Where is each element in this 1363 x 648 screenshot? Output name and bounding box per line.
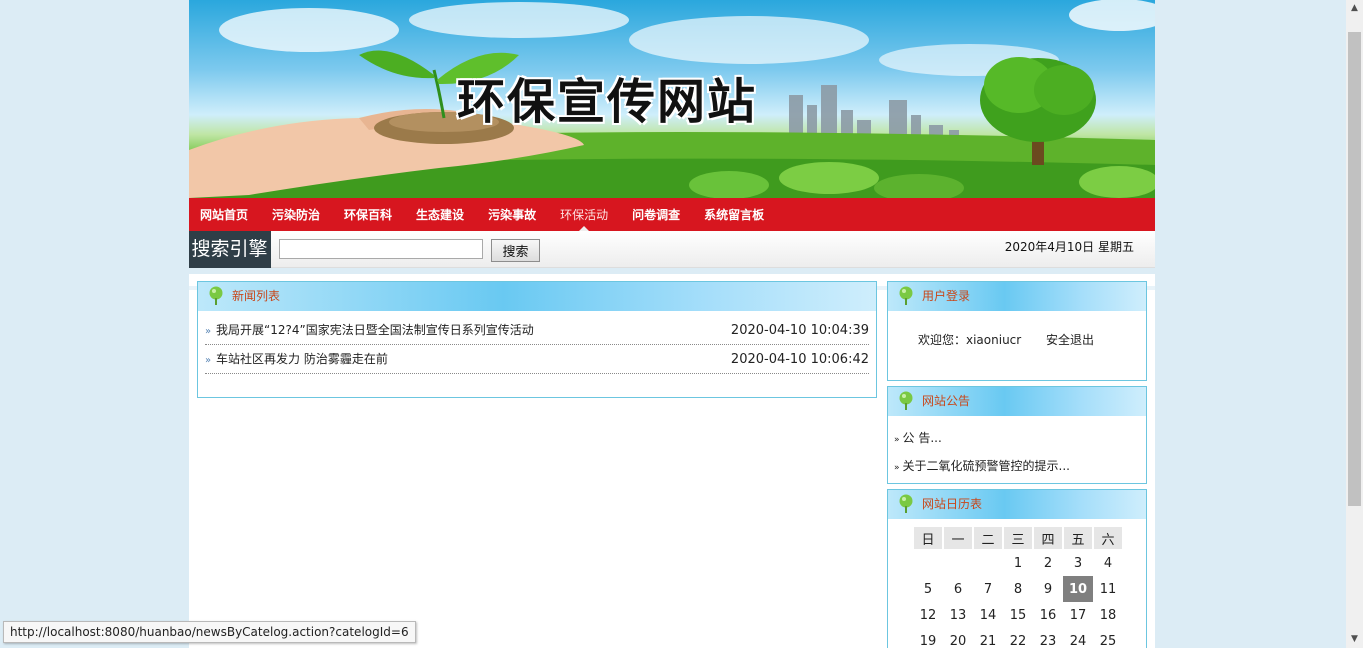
- logout-link[interactable]: 安全退出: [1046, 331, 1094, 348]
- search-bar: 搜索引擎 搜索 2020年4月10日 星期五: [189, 231, 1155, 268]
- calendar-day-today: 10: [1063, 576, 1093, 602]
- news-time: 2020-04-10 10:06:42: [730, 352, 869, 367]
- divider: [189, 268, 1155, 274]
- panel-header: 网站日历表: [888, 490, 1146, 519]
- calendar-day: 3: [1073, 555, 1083, 571]
- weekday-header: 六: [1093, 526, 1123, 550]
- calendar-day: 19: [919, 633, 937, 648]
- calendar-day: [943, 550, 973, 576]
- nav-item-survey[interactable]: 问卷调查: [632, 198, 680, 231]
- bulb-icon: [209, 286, 223, 305]
- site-banner: 环保宣传网站: [189, 0, 1155, 198]
- calendar-day: [973, 550, 1003, 576]
- calendar-day: 24: [1069, 633, 1087, 648]
- search-label: 搜索引擎: [189, 231, 271, 268]
- calendar-day: 20: [949, 633, 967, 648]
- status-bar-url: http://localhost:8080/huanbao/newsByCate…: [3, 621, 416, 643]
- scroll-down-arrow-icon[interactable]: ▼: [1346, 631, 1363, 648]
- notice-label: 公 告...: [902, 431, 942, 445]
- calendar-day: 13: [949, 607, 967, 623]
- weekday-header: 二: [973, 526, 1003, 550]
- calendar-day: 7: [983, 581, 993, 597]
- panel-header: 新闻列表: [198, 282, 876, 311]
- nav-item-pollution-accidents[interactable]: 污染事故: [488, 198, 536, 231]
- news-time: 2020-04-10 10:04:39: [730, 323, 869, 338]
- bullet-icon: »: [205, 355, 212, 366]
- bullet-icon: »: [894, 463, 900, 473]
- calendar-day: [913, 550, 943, 576]
- calendar-day: 14: [979, 607, 997, 623]
- welcome-text: 欢迎您：xiaoniucr: [918, 333, 1022, 347]
- nav-item-eco-encyclopedia[interactable]: 环保百科: [344, 198, 392, 231]
- calendar-day: 17: [1069, 607, 1087, 623]
- nav-item-message-board[interactable]: 系统留言板: [704, 198, 764, 231]
- bullet-icon: »: [894, 435, 900, 445]
- scroll-up-arrow-icon[interactable]: ▲: [1346, 0, 1363, 17]
- calendar-day: 16: [1039, 607, 1057, 623]
- list-item: » 车站社区再发力 防治雾霾走在前 2020-04-10 10:06:42: [205, 345, 869, 374]
- site-calendar-panel: 网站日历表 日 一 二 三 四 五 六 1 2 3 4 5 6 7 8 9 10…: [887, 489, 1147, 648]
- current-date: 2020年4月10日 星期五: [1004, 240, 1134, 254]
- calendar-day: 22: [1009, 633, 1027, 648]
- user-login-panel: 用户登录 欢迎您：xiaoniucr 安全退出: [887, 281, 1147, 381]
- panel-title: 网站公告: [922, 394, 971, 408]
- calendar-day: 12: [919, 607, 937, 623]
- calendar-day: 9: [1043, 581, 1053, 597]
- news-title-link[interactable]: 我局开展“12?4”国家宪法日暨全国法制宣传日系列宣传活动: [216, 316, 534, 345]
- panel-title: 用户登录: [922, 289, 971, 303]
- calendar-day: 21: [979, 633, 997, 648]
- nav-item-ecological-construction[interactable]: 生态建设: [416, 198, 464, 231]
- calendar-day: 6: [953, 581, 963, 597]
- calendar-day: 11: [1099, 581, 1117, 597]
- notice-item[interactable]: » 关于二氧化硫预警管控的提示...: [894, 457, 1070, 474]
- weekday-header: 四: [1033, 526, 1063, 550]
- page-container: 环保宣传网站 网站首页 污染防治 环保百科 生态建设 污染事故 环保活动 问卷调…: [189, 0, 1155, 648]
- notice-item[interactable]: » 公 告...: [894, 429, 942, 446]
- panel-header: 网站公告: [888, 387, 1146, 416]
- news-title-link[interactable]: 车站社区再发力 防治雾霾走在前: [216, 345, 388, 374]
- calendar-day: 18: [1099, 607, 1117, 623]
- list-item: » 我局开展“12?4”国家宪法日暨全国法制宣传日系列宣传活动 2020-04-…: [205, 316, 869, 345]
- bulb-icon: [899, 286, 913, 305]
- news-list-panel: 新闻列表 » 我局开展“12?4”国家宪法日暨全国法制宣传日系列宣传活动 202…: [197, 281, 877, 398]
- calendar-day: 1: [1013, 555, 1023, 571]
- nav-item-pollution-control[interactable]: 污染防治: [272, 198, 320, 231]
- weekday-header: 五: [1063, 526, 1093, 550]
- calendar-day: 25: [1099, 633, 1117, 648]
- bulb-icon: [899, 494, 913, 513]
- calendar-table: 日 一 二 三 四 五 六 1 2 3 4 5 6 7 8 9 10 11 12…: [913, 526, 1123, 648]
- panel-title: 新闻列表: [232, 289, 281, 303]
- nav-item-eco-activities[interactable]: 环保活动: [560, 198, 608, 231]
- calendar-day: 23: [1039, 633, 1057, 648]
- search-button[interactable]: 搜索: [491, 239, 540, 262]
- calendar-day: 5: [923, 581, 933, 597]
- calendar-day: 4: [1103, 555, 1113, 571]
- panel-title: 网站日历表: [922, 497, 983, 511]
- main-nav: 网站首页 污染防治 环保百科 生态建设 污染事故 环保活动 问卷调查 系统留言板: [189, 198, 1155, 231]
- site-notice-panel: 网站公告 » 公 告... » 关于二氧化硫预警管控的提示...: [887, 386, 1147, 484]
- calendar-day: 15: [1009, 607, 1027, 623]
- calendar-day: 8: [1013, 581, 1023, 597]
- news-list: » 我局开展“12?4”国家宪法日暨全国法制宣传日系列宣传活动 2020-04-…: [198, 311, 876, 374]
- nav-item-home[interactable]: 网站首页: [200, 198, 248, 231]
- scrollbar-thumb[interactable]: [1348, 32, 1361, 506]
- weekday-header: 日: [913, 526, 943, 550]
- weekday-header: 一: [943, 526, 973, 550]
- panel-header: 用户登录: [888, 282, 1146, 311]
- search-input[interactable]: [279, 239, 483, 259]
- banner-title: 环保宣传网站: [457, 74, 758, 130]
- weekday-header: 三: [1003, 526, 1033, 550]
- bullet-icon: »: [205, 326, 212, 337]
- bulb-icon: [899, 391, 913, 410]
- page-scrollbar[interactable]: ▲ ▼: [1346, 0, 1363, 648]
- calendar-day: 2: [1043, 555, 1053, 571]
- notice-label: 关于二氧化硫预警管控的提示...: [902, 459, 1070, 473]
